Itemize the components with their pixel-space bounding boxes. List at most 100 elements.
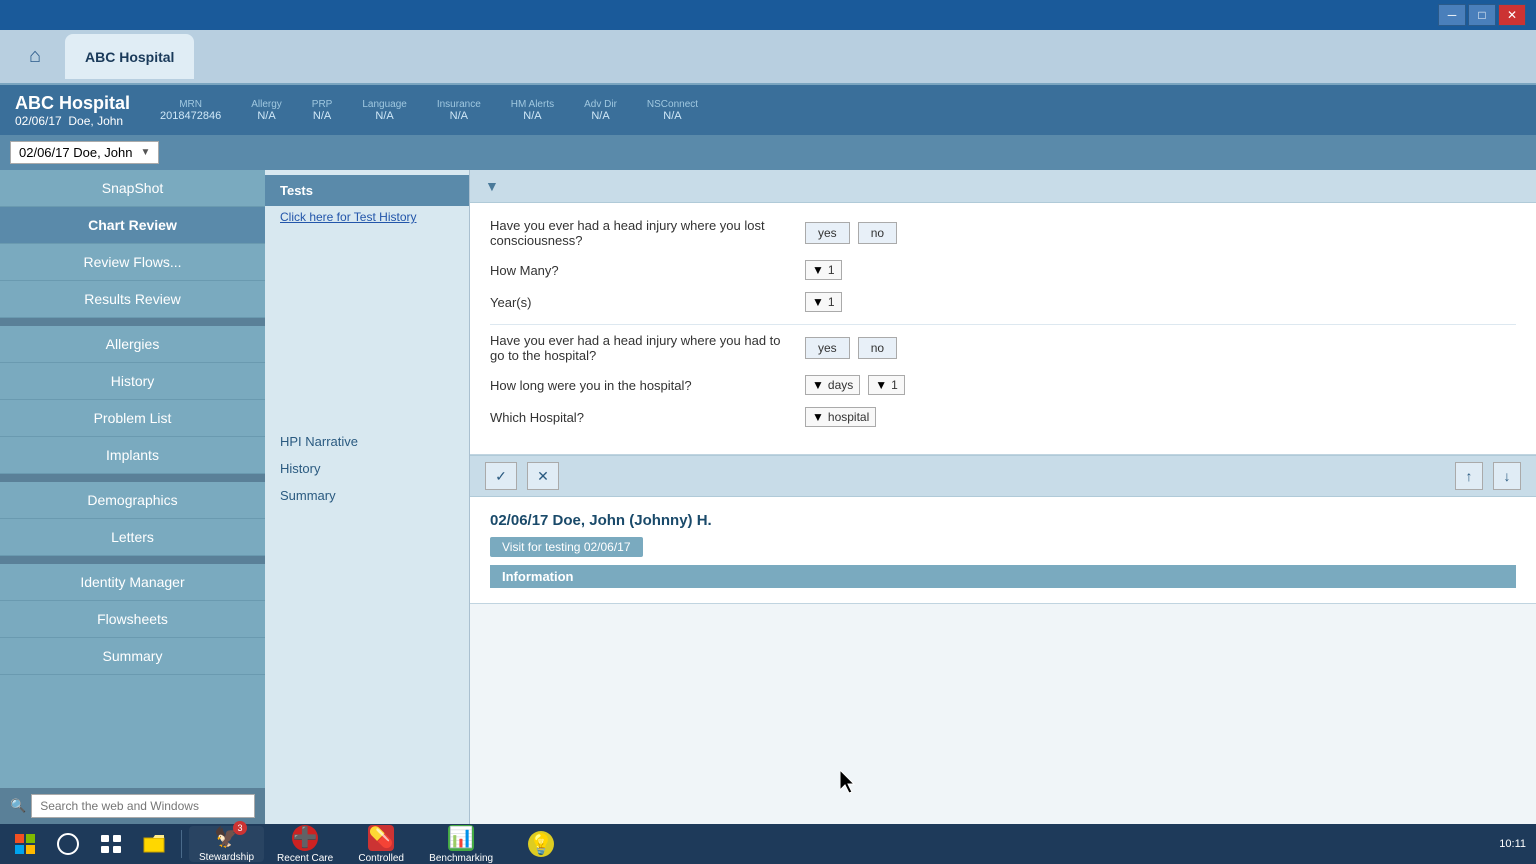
question2-no-button[interactable]: no bbox=[858, 337, 897, 359]
hospital-value: hospital bbox=[828, 410, 869, 424]
visit-bar: 02/06/17 Doe, John ▼ bbox=[0, 135, 1536, 170]
hospital-dropdown-icon: ▼ bbox=[812, 410, 824, 424]
question2-yes-button[interactable]: yes bbox=[805, 337, 850, 359]
sidebar-item-snapshot[interactable]: SnapShot bbox=[0, 170, 265, 207]
adv-dir-field: Adv Dir N/A bbox=[584, 99, 617, 122]
home-tab[interactable]: ⌂ bbox=[10, 34, 60, 79]
question1-controls: yes no bbox=[805, 222, 897, 244]
question1-yes-button[interactable]: yes bbox=[805, 222, 850, 244]
search-input[interactable] bbox=[31, 794, 255, 818]
taskbar-app-stewardship[interactable]: 🦅 3 Stewardship bbox=[189, 826, 264, 862]
middle-sub-item-hpi-narrative[interactable]: HPI Narrative bbox=[265, 428, 469, 455]
patient-info-bar: ABC Hospital 02/06/17 Doe, John MRN 2018… bbox=[0, 85, 1536, 135]
how-long-label: How long were you in the hospital? bbox=[490, 378, 790, 393]
hospital-tab[interactable]: ABC Hospital bbox=[65, 34, 194, 79]
sidebar-item-problem-list[interactable]: Problem List bbox=[0, 400, 265, 437]
taskbar-start-icon[interactable] bbox=[5, 826, 45, 862]
controlled-label: Controlled bbox=[358, 853, 404, 864]
how-many-select[interactable]: ▼ 1 bbox=[805, 260, 842, 280]
middle-item-tests[interactable]: Tests bbox=[265, 175, 469, 206]
visit-entry: 02/06/17 Doe, John (Johnny) H. Visit for… bbox=[470, 497, 1536, 604]
cancel-button[interactable]: ✕ bbox=[527, 462, 559, 490]
days-dropdown-icon: ▼ bbox=[812, 378, 824, 392]
middle-panel: Tests Click here for Test History HPI Na… bbox=[265, 170, 470, 824]
scroll-down-button[interactable]: ↓ bbox=[1493, 462, 1521, 490]
days-number-value: 1 bbox=[891, 378, 898, 392]
sidebar-item-implants[interactable]: Implants bbox=[0, 437, 265, 474]
how-many-dropdown-icon: ▼ bbox=[812, 263, 824, 277]
taskbar-cortana-icon[interactable] bbox=[48, 826, 88, 862]
middle-sub-item-history[interactable]: History bbox=[265, 455, 469, 482]
patient-name-block: ABC Hospital 02/06/17 Doe, John bbox=[15, 93, 130, 128]
sidebar-item-letters[interactable]: Letters bbox=[0, 519, 265, 556]
sidebar-item-allergies[interactable]: Allergies bbox=[0, 326, 265, 363]
close-button[interactable]: ✕ bbox=[1498, 4, 1526, 26]
controlled-icon: 💊 bbox=[368, 825, 394, 851]
taskbar-task-view-icon[interactable] bbox=[91, 826, 131, 862]
taskbar-app-light[interactable]: 💡 bbox=[506, 826, 576, 862]
taskbar-time: 10:11 bbox=[1499, 838, 1526, 850]
form-content: Have you ever had a head injury where yo… bbox=[470, 203, 1536, 455]
recent-care-label: Recent Care bbox=[277, 853, 333, 864]
taskbar-right: 10:11 bbox=[1499, 838, 1531, 850]
visit-tag: Visit for testing 02/06/17 bbox=[490, 537, 643, 557]
middle-sub-item-summary[interactable]: Summary bbox=[265, 482, 469, 509]
question1-no-button[interactable]: no bbox=[858, 222, 897, 244]
taskbar-divider bbox=[181, 830, 182, 858]
allergy-field: Allergy N/A bbox=[251, 99, 282, 122]
recent-care-icon: ➕ bbox=[292, 825, 318, 851]
sidebar-item-results-review[interactable]: Results Review bbox=[0, 281, 265, 318]
question2-controls: yes no bbox=[805, 337, 897, 359]
which-hospital-row: Which Hospital? ▼ hospital bbox=[490, 407, 1516, 427]
benchmarking-icon: 📊 bbox=[448, 825, 474, 851]
sidebar-item-identity-manager[interactable]: Identity Manager bbox=[0, 564, 265, 601]
header-bar: ⌂ ABC Hospital bbox=[0, 30, 1536, 85]
taskbar-app-controlled[interactable]: 💊 Controlled bbox=[346, 826, 416, 862]
sidebar-search: 🔍 bbox=[0, 788, 265, 824]
section-header[interactable]: ▼ bbox=[470, 170, 1536, 203]
taskbar: 🦅 3 Stewardship ➕ Recent Care 💊 Controll… bbox=[0, 824, 1536, 864]
years-select[interactable]: ▼ 1 bbox=[805, 292, 842, 312]
minimize-button[interactable]: ─ bbox=[1438, 4, 1466, 26]
checkmark-button[interactable]: ✓ bbox=[485, 462, 517, 490]
sidebar-item-flowsheets[interactable]: Flowsheets bbox=[0, 601, 265, 638]
main-layout: SnapShot Chart Review Review Flows... Re… bbox=[0, 170, 1536, 824]
sidebar-separator-1 bbox=[0, 318, 265, 326]
days-select[interactable]: ▼ days bbox=[805, 375, 860, 395]
visit-dropdown[interactable]: 02/06/17 Doe, John ▼ bbox=[10, 141, 159, 164]
sidebar-item-summary[interactable]: Summary bbox=[0, 638, 265, 675]
question2-row: Have you ever had a head injury where yo… bbox=[490, 333, 1516, 363]
sidebar-separator-3 bbox=[0, 556, 265, 564]
visit-label: 02/06/17 Doe, John bbox=[19, 145, 132, 160]
stewardship-badge: 3 bbox=[233, 821, 247, 835]
taskbar-explorer-icon[interactable] bbox=[134, 826, 174, 862]
taskbar-app-benchmarking[interactable]: 📊 Benchmarking bbox=[419, 826, 503, 862]
light-icon: 💡 bbox=[528, 831, 554, 857]
scroll-up-button[interactable]: ↑ bbox=[1455, 462, 1483, 490]
question2-label: Have you ever had a head injury where yo… bbox=[490, 333, 790, 363]
sidebar-item-demographics[interactable]: Demographics bbox=[0, 482, 265, 519]
search-icon: 🔍 bbox=[10, 798, 26, 814]
days-num-dropdown-icon: ▼ bbox=[875, 378, 887, 392]
language-field: Language N/A bbox=[362, 99, 407, 122]
stewardship-label: Stewardship bbox=[199, 852, 254, 863]
middle-item-test-history-link[interactable]: Click here for Test History bbox=[265, 206, 469, 228]
sidebar-item-history[interactable]: History bbox=[0, 363, 265, 400]
stewardship-icon: 🦅 3 bbox=[214, 825, 239, 850]
nsconnect-field: NSConnect N/A bbox=[647, 99, 698, 122]
years-row: Year(s) ▼ 1 bbox=[490, 292, 1516, 312]
maximize-button[interactable]: □ bbox=[1468, 4, 1496, 26]
years-label: Year(s) bbox=[490, 295, 790, 310]
taskbar-app-recent-care[interactable]: ➕ Recent Care bbox=[267, 826, 343, 862]
hospital-select[interactable]: ▼ hospital bbox=[805, 407, 876, 427]
hm-alerts-field: HM Alerts N/A bbox=[511, 99, 554, 122]
sidebar-item-chart-review[interactable]: Chart Review bbox=[0, 207, 265, 244]
patient-name: ABC Hospital bbox=[15, 93, 130, 114]
question1-label: Have you ever had a head injury where yo… bbox=[490, 218, 790, 248]
how-many-row: How Many? ▼ 1 bbox=[490, 260, 1516, 280]
sidebar-item-review-flows[interactable]: Review Flows... bbox=[0, 244, 265, 281]
days-number-select[interactable]: ▼ 1 bbox=[868, 375, 905, 395]
info-bar: Information bbox=[490, 565, 1516, 588]
question1-row: Have you ever had a head injury where yo… bbox=[490, 218, 1516, 248]
insurance-field: Insurance N/A bbox=[437, 99, 481, 122]
